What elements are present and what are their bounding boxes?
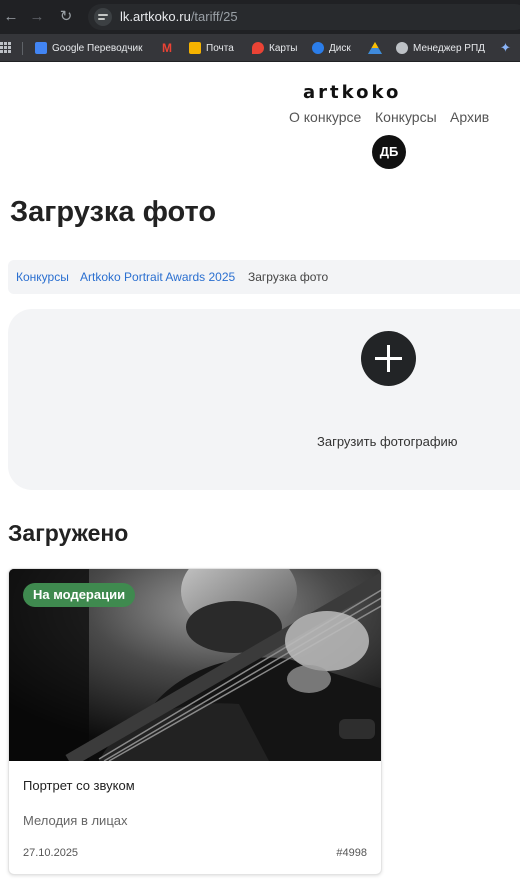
- reload-icon[interactable]: ↻: [55, 6, 77, 28]
- breadcrumb: Конкурсы Artkoko Portrait Awards 2025 За…: [8, 260, 520, 294]
- bookmark-label: Менеджер РПД: [413, 42, 485, 54]
- page-title: Загрузка фото: [10, 196, 217, 228]
- bookmark-rpd-manager[interactable]: Менеджер РПД: [396, 39, 485, 57]
- page-content: artkoko О конкурсе Конкурсы Архив ДБ Заг…: [0, 62, 520, 882]
- photo-nomination: Мелодия в лицах: [23, 813, 128, 828]
- bookmarks-bar: Google Переводчик M Почта Карты Диск Мен…: [0, 34, 520, 62]
- nav-link-contests[interactable]: Конкурсы: [375, 109, 437, 125]
- gmail-icon: M: [162, 41, 172, 55]
- bookmark-label: Почта: [206, 42, 234, 54]
- photo-date: 27.10.2025: [23, 847, 79, 859]
- photo-card[interactable]: На модерации Портрет со звуком Мелодия в…: [8, 568, 382, 875]
- bookmark-gmail[interactable]: M: [162, 39, 172, 57]
- breadcrumb-contest[interactable]: Artkoko Portrait Awards 2025: [80, 270, 235, 284]
- bookmark-label: Google Переводчик: [52, 42, 143, 54]
- upload-label[interactable]: Загрузить фотографию: [317, 434, 458, 449]
- url-path: /tariff/25: [190, 9, 238, 24]
- globe-icon: [396, 42, 408, 54]
- url-host: lk.artkoko.ru: [120, 9, 191, 24]
- gemini-icon: ✦: [500, 40, 511, 55]
- bookmark-maps[interactable]: Карты: [252, 39, 298, 57]
- bookmark-disk[interactable]: Диск: [312, 39, 351, 57]
- back-icon[interactable]: ←: [0, 6, 22, 28]
- bookmark-mail[interactable]: Почта: [189, 39, 234, 57]
- disk-icon: [312, 42, 324, 54]
- bookmarks-divider: [22, 42, 23, 55]
- site-logo[interactable]: artkoko: [303, 82, 401, 103]
- drive-icon: [368, 42, 382, 54]
- bookmark-label: Диск: [329, 42, 351, 54]
- site-info-icon[interactable]: [94, 8, 112, 26]
- breadcrumb-contests[interactable]: Конкурсы: [16, 270, 69, 284]
- apps-grid-icon[interactable]: [0, 42, 11, 53]
- mail-icon: [189, 42, 201, 54]
- uploaded-section-title: Загружено: [8, 520, 129, 546]
- maps-icon: [252, 42, 264, 54]
- photo-thumbnail[interactable]: На модерации: [9, 569, 381, 761]
- moderation-status-badge: На модерации: [23, 583, 136, 607]
- upload-dropzone[interactable]: Загрузить фотографию: [8, 309, 520, 490]
- photo-id: #4998: [336, 847, 367, 859]
- nav-link-archive[interactable]: Архив: [450, 109, 489, 125]
- bookmark-drive[interactable]: [368, 39, 382, 57]
- nav-link-about[interactable]: О конкурсе: [289, 109, 361, 125]
- breadcrumb-current: Загрузка фото: [248, 270, 329, 284]
- bookmark-gemini[interactable]: ✦: [500, 39, 511, 57]
- browser-toolbar: ← → ↻ lk.artkoko.ru/tariff/25: [0, 0, 520, 34]
- url-text[interactable]: lk.artkoko.ru/tariff/25: [120, 9, 238, 24]
- add-photo-button[interactable]: [361, 331, 416, 386]
- bookmark-label: Карты: [269, 42, 298, 54]
- user-avatar[interactable]: ДБ: [372, 135, 406, 169]
- photo-title: Портрет со звуком: [23, 778, 135, 793]
- address-bar[interactable]: lk.artkoko.ru/tariff/25: [88, 4, 520, 30]
- forward-icon[interactable]: →: [26, 6, 48, 28]
- bookmark-google-translate[interactable]: Google Переводчик: [35, 39, 142, 57]
- google-translate-icon: [35, 42, 47, 54]
